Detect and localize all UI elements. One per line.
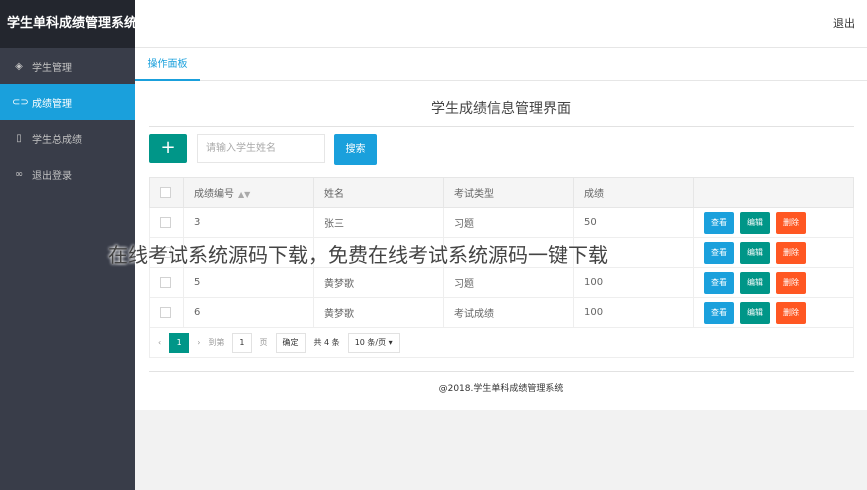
document-icon: ▯ xyxy=(16,132,22,144)
view-button[interactable]: 查看 xyxy=(704,271,734,294)
edit-button[interactable]: 编辑 xyxy=(740,271,770,294)
sidebar-item-logout[interactable]: ∞ 退出登录 xyxy=(0,156,135,192)
column-header-actions xyxy=(693,177,854,208)
divider xyxy=(149,126,854,127)
cell-id: 6 xyxy=(183,297,314,328)
column-header-id[interactable]: 成绩编号 ▲▼ xyxy=(183,177,314,208)
tab-operation-panel[interactable]: 操作面板 xyxy=(135,48,200,81)
sort-icon[interactable]: ▲▼ xyxy=(238,190,250,199)
cell-score: 50 xyxy=(573,207,694,238)
prev-page-icon[interactable]: ‹ xyxy=(158,338,161,347)
goto-confirm-button[interactable]: 确定 xyxy=(275,332,306,353)
add-button[interactable]: + xyxy=(149,134,187,163)
loop-icon: ∞ xyxy=(14,168,24,180)
app-title: 学生单科成绩管理系统 xyxy=(0,0,137,48)
cell-score: 100 xyxy=(573,267,694,298)
search-button[interactable]: 搜索 xyxy=(334,134,377,165)
page-1-button[interactable]: 1 xyxy=(169,332,190,353)
cell-id: 3 xyxy=(183,207,314,238)
link-icon: ⊂⊃ xyxy=(12,96,29,108)
table-row: 5 黄梦歌 习题 100 查看 编辑 删除 xyxy=(149,267,854,298)
cell-exam-type: 习题 xyxy=(443,267,574,298)
select-all-checkbox[interactable] xyxy=(160,186,171,198)
search-input[interactable] xyxy=(197,134,325,163)
cell-actions: 查看 编辑 删除 xyxy=(693,267,854,298)
main-panel: 操作面板 学生成绩信息管理界面 + 搜索 成绩编号▲▼ 姓名 考试类型 成绩 3… xyxy=(135,48,867,410)
goto-label: 到第 xyxy=(208,338,225,347)
cell-actions: 查看 编辑 删除 xyxy=(693,237,854,268)
tab-bar: 操作面板 xyxy=(135,48,867,81)
row-select-cell xyxy=(149,207,184,238)
cell-name: 黄梦歌 xyxy=(313,297,444,328)
edit-button[interactable]: 编辑 xyxy=(740,241,770,264)
cell-id: 5 xyxy=(183,267,314,298)
view-button[interactable]: 查看 xyxy=(704,241,734,264)
sidebar-item-label: 学生总成绩 xyxy=(32,134,82,146)
sidebar-item-student-management[interactable]: ◈ 学生管理 xyxy=(0,48,135,84)
row-checkbox[interactable] xyxy=(160,216,171,228)
column-header-name: 姓名 xyxy=(313,177,444,208)
footer-copyright: @2018.学生单科成绩管理系统 xyxy=(438,384,564,394)
edit-button[interactable]: 编辑 xyxy=(740,211,770,234)
view-button[interactable]: 查看 xyxy=(704,211,734,234)
delete-button[interactable]: 删除 xyxy=(776,241,806,264)
select-all-cell xyxy=(149,177,184,208)
pagination: ‹ 1 › 到第 1 页 确定 共 4 条 10 条/页 ▾ xyxy=(149,328,854,358)
cell-actions: 查看 编辑 删除 xyxy=(693,207,854,238)
logout-link[interactable]: 退出 xyxy=(833,0,855,48)
divider xyxy=(149,371,854,372)
delete-button[interactable]: 删除 xyxy=(776,271,806,294)
total-count: 共 4 条 xyxy=(313,338,340,347)
view-button[interactable]: 查看 xyxy=(704,301,734,324)
delete-button[interactable]: 删除 xyxy=(776,301,806,324)
cell-name: 黄梦歌 xyxy=(313,267,444,298)
sidebar-item-label: 成绩管理 xyxy=(32,98,72,110)
column-header-exam-type: 考试类型 xyxy=(443,177,574,208)
row-checkbox[interactable] xyxy=(160,306,171,318)
row-checkbox[interactable] xyxy=(160,276,171,288)
page-unit-label: 页 xyxy=(259,338,268,347)
cell-exam-type: 习题 xyxy=(443,207,574,238)
goto-page-input[interactable]: 1 xyxy=(232,332,252,353)
sidebar-item-score-management[interactable]: ⊂⊃ 成绩管理 xyxy=(0,84,135,120)
edit-button[interactable]: 编辑 xyxy=(740,301,770,324)
page-title: 学生成绩信息管理界面 xyxy=(431,101,571,117)
sidebar-item-total-score[interactable]: ▯ 学生总成绩 xyxy=(0,120,135,156)
cell-name: 张三 xyxy=(313,207,444,238)
top-header: 退出 xyxy=(135,0,867,48)
delete-button[interactable]: 删除 xyxy=(776,211,806,234)
sidebar-item-label: 退出登录 xyxy=(32,170,72,182)
page-size-select[interactable]: 10 条/页 ▾ xyxy=(347,332,400,353)
row-select-cell xyxy=(149,267,184,298)
table-row: 3 张三 习题 50 查看 编辑 删除 xyxy=(149,207,854,238)
next-page-icon[interactable]: › xyxy=(197,338,200,347)
row-select-cell xyxy=(149,297,184,328)
cell-score: 100 xyxy=(573,297,694,328)
table-row: 6 黄梦歌 考试成绩 100 查看 编辑 删除 xyxy=(149,297,854,328)
cell-exam-type: 考试成绩 xyxy=(443,297,574,328)
cell-actions: 查看 编辑 删除 xyxy=(693,297,854,328)
table-header-row: 成绩编号 ▲▼ 姓名 考试类型 成绩 xyxy=(149,177,854,208)
sidebar-item-label: 学生管理 xyxy=(32,62,72,74)
layers-icon: ◈ xyxy=(15,60,23,72)
column-header-score: 成绩 xyxy=(573,177,694,208)
chevron-down-icon: ▾ xyxy=(388,337,393,347)
watermark-text: 在线考试系统源码下载，免费在线考试系统源码一键下载 xyxy=(108,243,608,267)
